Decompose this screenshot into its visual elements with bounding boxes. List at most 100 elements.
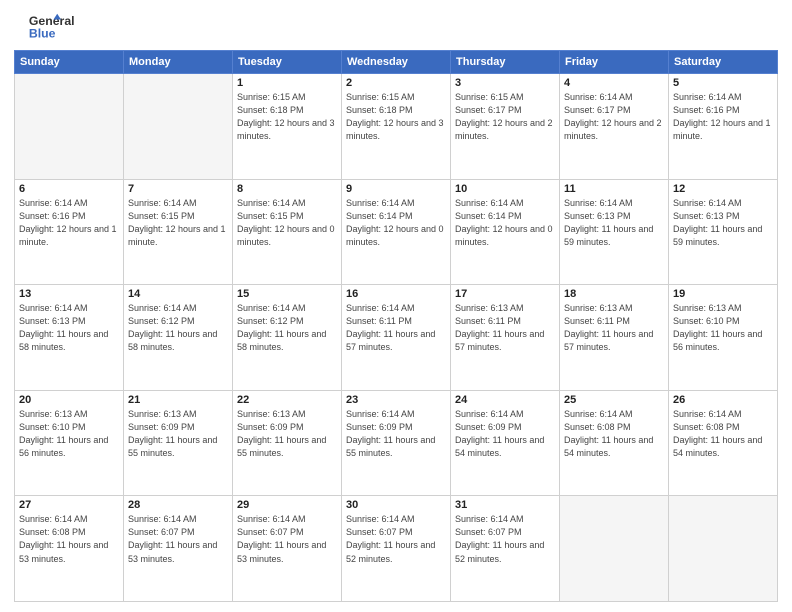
calendar-cell: 28 Sunrise: 6:14 AM Sunset: 6:07 PM Dayli… bbox=[124, 496, 233, 602]
day-info: Sunrise: 6:14 AM Sunset: 6:07 PM Dayligh… bbox=[455, 513, 555, 565]
day-number: 28 bbox=[128, 499, 228, 511]
calendar-cell: 24 Sunrise: 6:14 AM Sunset: 6:09 PM Dayli… bbox=[451, 390, 560, 496]
calendar-cell: 21 Sunrise: 6:13 AM Sunset: 6:09 PM Dayli… bbox=[124, 390, 233, 496]
calendar-table: SundayMondayTuesdayWednesdayThursdayFrid… bbox=[14, 50, 778, 602]
calendar-cell: 9Sunrise: 6:14 AM Sunset: 6:14 PM Daylig… bbox=[342, 179, 451, 285]
day-info: Sunrise: 6:14 AM Sunset: 6:09 PM Dayligh… bbox=[346, 408, 446, 460]
calendar-cell: 5Sunrise: 6:14 AM Sunset: 6:16 PM Daylig… bbox=[669, 74, 778, 180]
calendar-cell bbox=[124, 74, 233, 180]
day-info: Sunrise: 6:13 AM Sunset: 6:09 PM Dayligh… bbox=[128, 408, 228, 460]
calendar-cell: 8 Sunrise: 6:14 AM Sunset: 6:15 PM Daylig… bbox=[233, 179, 342, 285]
day-number: 17 bbox=[455, 288, 555, 300]
day-header-friday: Friday bbox=[560, 51, 669, 74]
week-row-2: 6 Sunrise: 6:14 AM Sunset: 6:16 PM Daylig… bbox=[15, 179, 778, 285]
day-info: Sunrise: 6:14 AM Sunset: 6:14 PM Dayligh… bbox=[455, 197, 555, 249]
logo: General Blue bbox=[14, 10, 74, 44]
day-number: 2 bbox=[346, 77, 446, 89]
calendar-cell: 17 Sunrise: 6:13 AM Sunset: 6:11 PM Dayli… bbox=[451, 285, 560, 391]
day-number: 24 bbox=[455, 394, 555, 406]
day-info: Sunrise: 6:14 AM Sunset: 6:14 PM Dayligh… bbox=[346, 197, 446, 249]
calendar-cell: 22 Sunrise: 6:13 AM Sunset: 6:09 PM Dayli… bbox=[233, 390, 342, 496]
day-number: 22 bbox=[237, 394, 337, 406]
day-info: Sunrise: 6:13 AM Sunset: 6:11 PM Dayligh… bbox=[455, 302, 555, 354]
day-number: 8 bbox=[237, 183, 337, 195]
day-info: Sunrise: 6:15 AM Sunset: 6:17 PM Dayligh… bbox=[455, 91, 555, 143]
calendar-cell: 13 Sunrise: 6:14 AM Sunset: 6:13 PM Dayli… bbox=[15, 285, 124, 391]
calendar-cell: 31 Sunrise: 6:14 AM Sunset: 6:07 PM Dayli… bbox=[451, 496, 560, 602]
day-info: Sunrise: 6:14 AM Sunset: 6:07 PM Dayligh… bbox=[346, 513, 446, 565]
day-info: Sunrise: 6:14 AM Sunset: 6:15 PM Dayligh… bbox=[128, 197, 228, 249]
day-number: 23 bbox=[346, 394, 446, 406]
day-header-tuesday: Tuesday bbox=[233, 51, 342, 74]
header: General Blue bbox=[14, 10, 778, 44]
day-header-saturday: Saturday bbox=[669, 51, 778, 74]
week-row-5: 27 Sunrise: 6:14 AM Sunset: 6:08 PM Dayli… bbox=[15, 496, 778, 602]
week-row-1: 1Sunrise: 6:15 AM Sunset: 6:18 PM Daylig… bbox=[15, 74, 778, 180]
day-info: Sunrise: 6:15 AM Sunset: 6:18 PM Dayligh… bbox=[237, 91, 337, 143]
day-number: 31 bbox=[455, 499, 555, 511]
day-info: Sunrise: 6:14 AM Sunset: 6:16 PM Dayligh… bbox=[673, 91, 773, 143]
day-number: 19 bbox=[673, 288, 773, 300]
day-info: Sunrise: 6:13 AM Sunset: 6:10 PM Dayligh… bbox=[673, 302, 773, 354]
calendar-cell: 18Sunrise: 6:13 AM Sunset: 6:11 PM Dayli… bbox=[560, 285, 669, 391]
calendar-cell: 11 Sunrise: 6:14 AM Sunset: 6:13 PM Dayli… bbox=[560, 179, 669, 285]
day-info: Sunrise: 6:14 AM Sunset: 6:13 PM Dayligh… bbox=[673, 197, 773, 249]
day-info: Sunrise: 6:14 AM Sunset: 6:08 PM Dayligh… bbox=[564, 408, 664, 460]
day-info: Sunrise: 6:14 AM Sunset: 6:12 PM Dayligh… bbox=[128, 302, 228, 354]
week-row-3: 13 Sunrise: 6:14 AM Sunset: 6:13 PM Dayli… bbox=[15, 285, 778, 391]
day-number: 18 bbox=[564, 288, 664, 300]
day-info: Sunrise: 6:14 AM Sunset: 6:12 PM Dayligh… bbox=[237, 302, 337, 354]
calendar-cell: 16Sunrise: 6:14 AM Sunset: 6:11 PM Dayli… bbox=[342, 285, 451, 391]
calendar-cell: 25 Sunrise: 6:14 AM Sunset: 6:08 PM Dayli… bbox=[560, 390, 669, 496]
day-info: Sunrise: 6:14 AM Sunset: 6:07 PM Dayligh… bbox=[237, 513, 337, 565]
svg-text:Blue: Blue bbox=[29, 26, 56, 40]
calendar-cell: 7Sunrise: 6:14 AM Sunset: 6:15 PM Daylig… bbox=[124, 179, 233, 285]
day-info: Sunrise: 6:13 AM Sunset: 6:09 PM Dayligh… bbox=[237, 408, 337, 460]
day-number: 10 bbox=[455, 183, 555, 195]
day-info: Sunrise: 6:14 AM Sunset: 6:11 PM Dayligh… bbox=[346, 302, 446, 354]
day-header-monday: Monday bbox=[124, 51, 233, 74]
day-number: 3 bbox=[455, 77, 555, 89]
day-number: 14 bbox=[128, 288, 228, 300]
day-number: 13 bbox=[19, 288, 119, 300]
calendar-cell: 12Sunrise: 6:14 AM Sunset: 6:13 PM Dayli… bbox=[669, 179, 778, 285]
day-info: Sunrise: 6:14 AM Sunset: 6:13 PM Dayligh… bbox=[19, 302, 119, 354]
day-info: Sunrise: 6:14 AM Sunset: 6:17 PM Dayligh… bbox=[564, 91, 664, 143]
calendar-cell bbox=[560, 496, 669, 602]
calendar-cell: 10 Sunrise: 6:14 AM Sunset: 6:14 PM Dayli… bbox=[451, 179, 560, 285]
day-number: 6 bbox=[19, 183, 119, 195]
calendar-cell: 3 Sunrise: 6:15 AM Sunset: 6:17 PM Daylig… bbox=[451, 74, 560, 180]
calendar-cell bbox=[669, 496, 778, 602]
day-number: 27 bbox=[19, 499, 119, 511]
day-info: Sunrise: 6:14 AM Sunset: 6:07 PM Dayligh… bbox=[128, 513, 228, 565]
day-info: Sunrise: 6:14 AM Sunset: 6:15 PM Dayligh… bbox=[237, 197, 337, 249]
calendar-cell: 19 Sunrise: 6:13 AM Sunset: 6:10 PM Dayli… bbox=[669, 285, 778, 391]
calendar-cell: 27 Sunrise: 6:14 AM Sunset: 6:08 PM Dayli… bbox=[15, 496, 124, 602]
day-number: 20 bbox=[19, 394, 119, 406]
day-number: 21 bbox=[128, 394, 228, 406]
day-info: Sunrise: 6:14 AM Sunset: 6:16 PM Dayligh… bbox=[19, 197, 119, 249]
day-number: 25 bbox=[564, 394, 664, 406]
calendar-cell bbox=[15, 74, 124, 180]
day-info: Sunrise: 6:14 AM Sunset: 6:08 PM Dayligh… bbox=[19, 513, 119, 565]
day-header-wednesday: Wednesday bbox=[342, 51, 451, 74]
calendar-cell: 30Sunrise: 6:14 AM Sunset: 6:07 PM Dayli… bbox=[342, 496, 451, 602]
day-number: 15 bbox=[237, 288, 337, 300]
calendar-cell: 14 Sunrise: 6:14 AM Sunset: 6:12 PM Dayli… bbox=[124, 285, 233, 391]
day-number: 11 bbox=[564, 183, 664, 195]
day-number: 4 bbox=[564, 77, 664, 89]
calendar-cell: 2 Sunrise: 6:15 AM Sunset: 6:18 PM Daylig… bbox=[342, 74, 451, 180]
day-info: Sunrise: 6:15 AM Sunset: 6:18 PM Dayligh… bbox=[346, 91, 446, 143]
calendar-cell: 1Sunrise: 6:15 AM Sunset: 6:18 PM Daylig… bbox=[233, 74, 342, 180]
calendar-cell: 26 Sunrise: 6:14 AM Sunset: 6:08 PM Dayli… bbox=[669, 390, 778, 496]
day-info: Sunrise: 6:14 AM Sunset: 6:09 PM Dayligh… bbox=[455, 408, 555, 460]
day-info: Sunrise: 6:14 AM Sunset: 6:08 PM Dayligh… bbox=[673, 408, 773, 460]
logo-icon: General Blue bbox=[14, 10, 74, 44]
week-row-4: 20 Sunrise: 6:13 AM Sunset: 6:10 PM Dayli… bbox=[15, 390, 778, 496]
page: General Blue SundayMondayTuesdayWednesda… bbox=[0, 0, 792, 612]
calendar-cell: 23 Sunrise: 6:14 AM Sunset: 6:09 PM Dayli… bbox=[342, 390, 451, 496]
day-info: Sunrise: 6:14 AM Sunset: 6:13 PM Dayligh… bbox=[564, 197, 664, 249]
day-info: Sunrise: 6:13 AM Sunset: 6:10 PM Dayligh… bbox=[19, 408, 119, 460]
calendar-cell: 6 Sunrise: 6:14 AM Sunset: 6:16 PM Daylig… bbox=[15, 179, 124, 285]
day-number: 26 bbox=[673, 394, 773, 406]
